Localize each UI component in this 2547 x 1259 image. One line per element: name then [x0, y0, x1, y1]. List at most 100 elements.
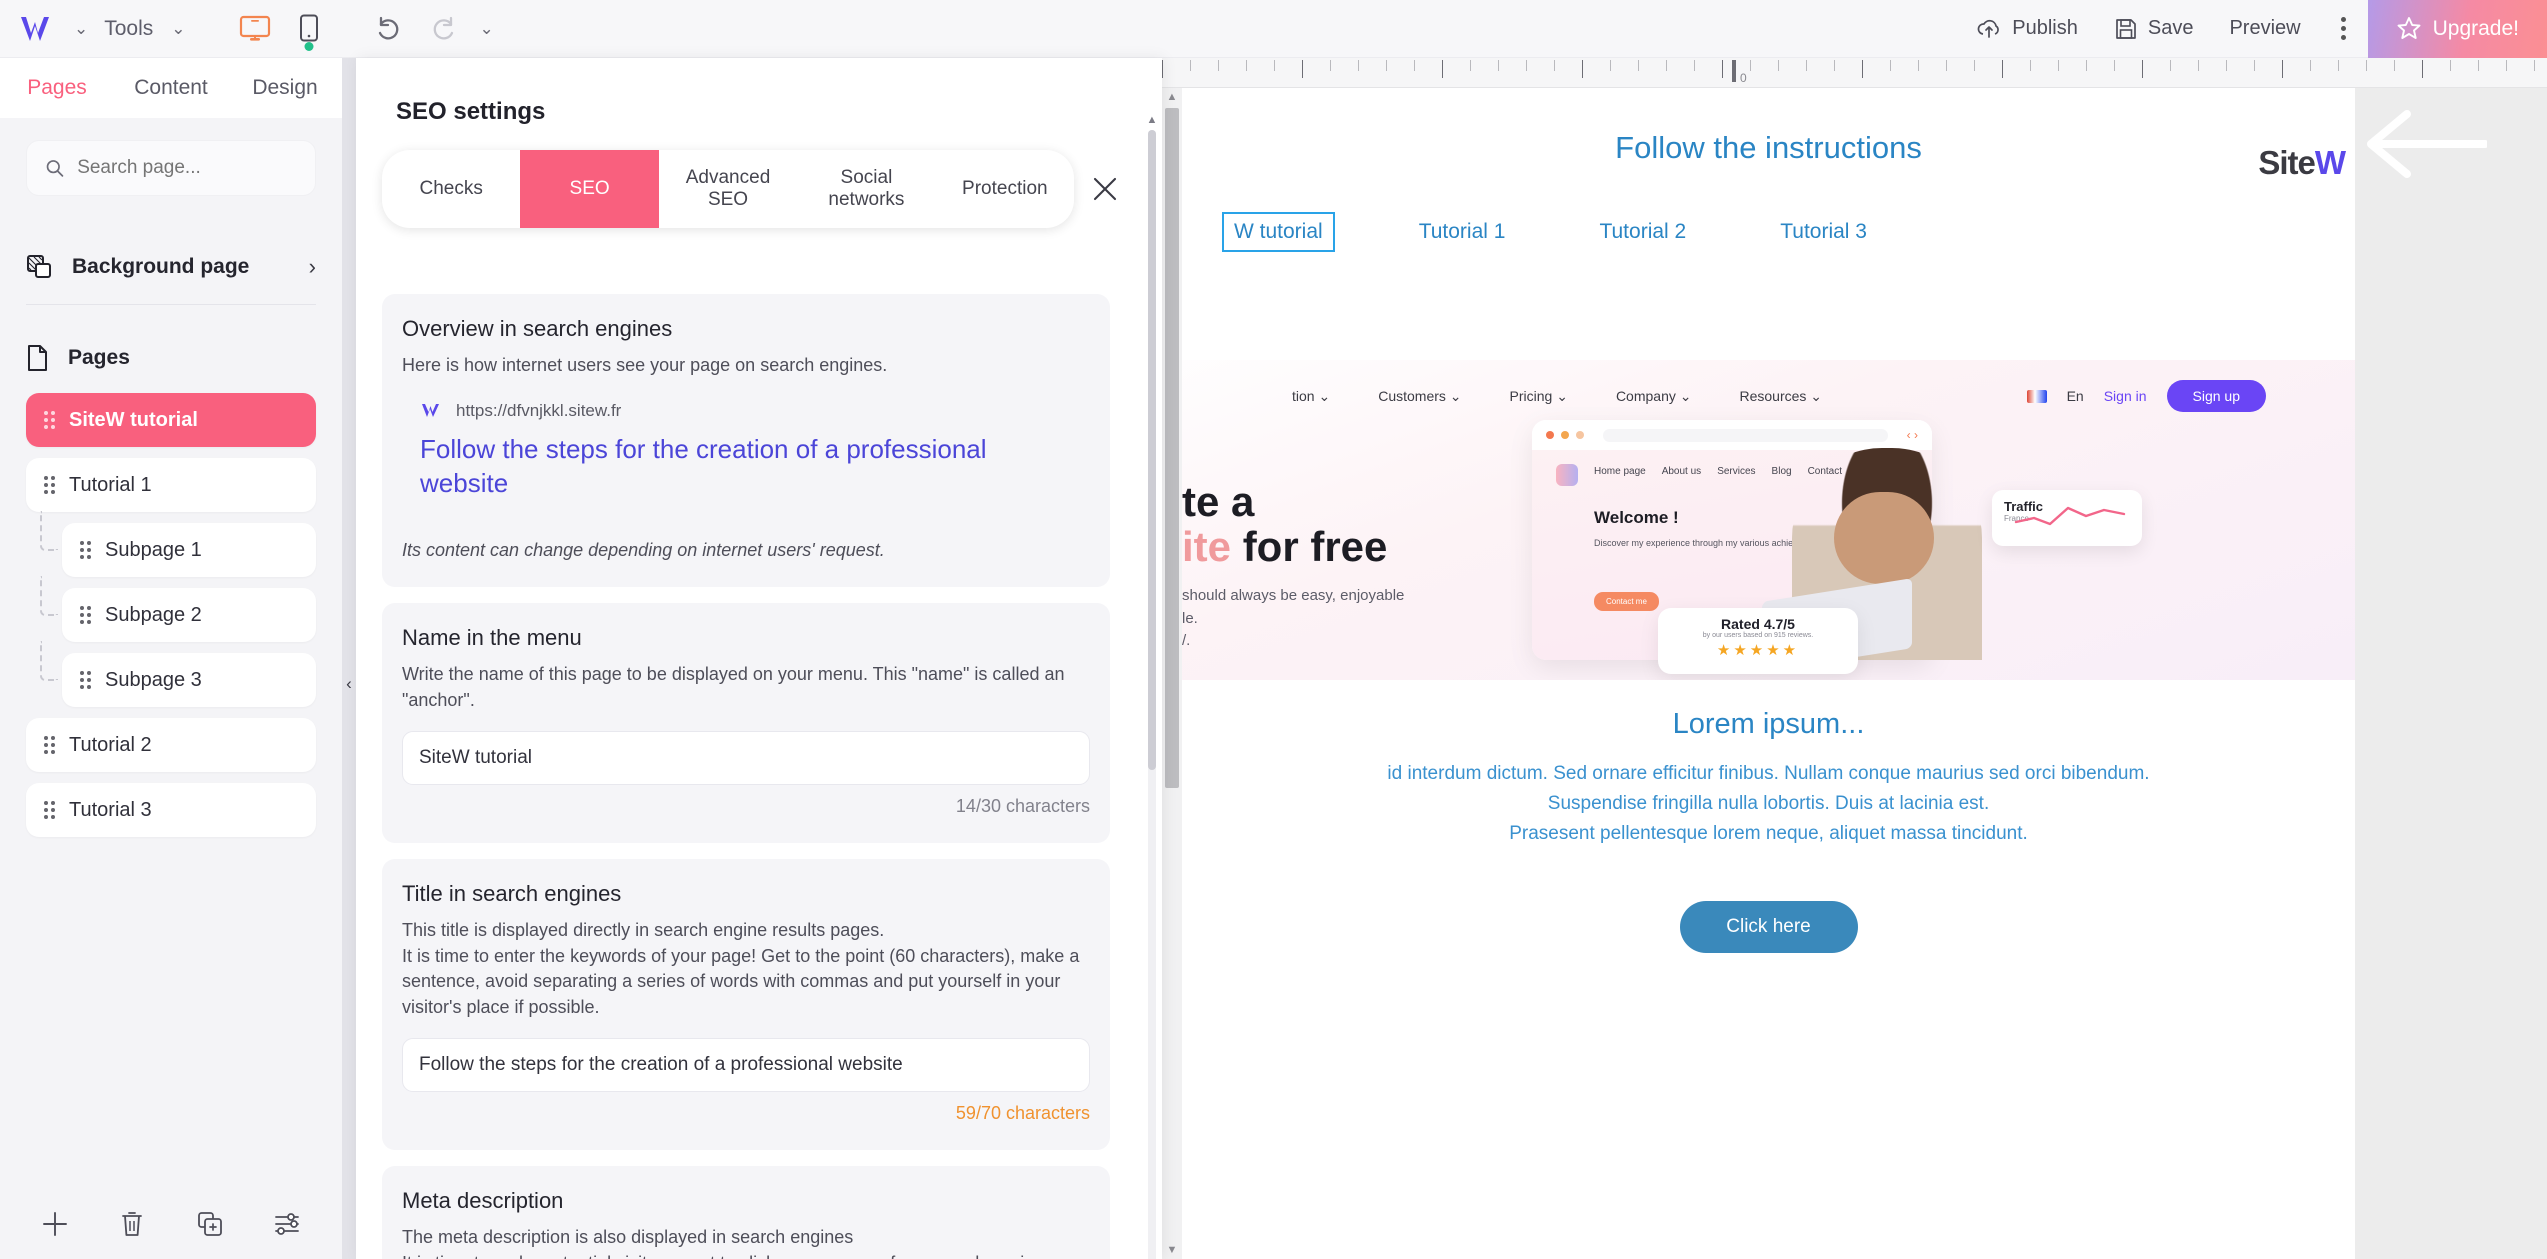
tools-chevron-down-icon[interactable]: ⌄ — [161, 19, 195, 39]
ruler-tick — [1414, 60, 1415, 71]
ruler-tick — [1526, 60, 1527, 71]
site-nav-item[interactable]: Tutorial 3 — [1770, 212, 1877, 252]
duplicate-page-icon[interactable] — [184, 1198, 236, 1250]
serp-url: https://dfvnjkkl.sitew.fr — [456, 400, 622, 420]
tools-menu[interactable]: Tools ⌄ — [98, 17, 201, 41]
screenshot-nav-item: Pricing ⌄ — [1509, 387, 1568, 404]
modal-tab-social-networks[interactable]: Social networks — [797, 150, 935, 228]
cloud-upload-icon — [1977, 19, 2000, 38]
site-nav: W tutorial Tutorial 1 Tutorial 2 Tutorial 3 — [1182, 166, 2355, 252]
search-title-input[interactable] — [419, 1054, 1073, 1077]
publish-button[interactable]: Publish — [1958, 17, 2096, 41]
page-settings-icon[interactable] — [261, 1198, 313, 1250]
ruler-tick — [1162, 60, 1163, 78]
signup-button: Sign up — [2166, 380, 2266, 412]
serp-preview: https://dfvnjkkl.sitew.fr Follow the ste… — [420, 401, 1090, 501]
page-item-label: Subpage 1 — [105, 538, 202, 561]
page-list-item[interactable]: Tutorial 2 — [26, 718, 316, 772]
ruler-origin-label: 0 — [1740, 71, 1747, 85]
desktop-monitor-icon[interactable] — [228, 6, 282, 52]
drag-handle-icon[interactable] — [80, 541, 91, 559]
site-nav-item[interactable]: Tutorial 1 — [1409, 212, 1516, 252]
search-icon — [46, 160, 64, 177]
ruler-origin-marker[interactable] — [1732, 60, 1736, 82]
modal-tab-protection[interactable]: Protection — [936, 150, 1074, 228]
sidebar-tab-design[interactable]: Design — [228, 58, 342, 118]
drag-handle-icon[interactable] — [80, 671, 91, 689]
page-list-item[interactable]: Subpage 2 — [40, 576, 316, 642]
ruler-tick — [2002, 60, 2003, 78]
canvas-scrollbar-thumb[interactable] — [1165, 108, 1179, 788]
search-page-box[interactable] — [26, 140, 316, 196]
redo-arrow-icon[interactable] — [416, 6, 470, 52]
drag-handle-icon[interactable] — [44, 411, 55, 429]
sidebar-tab-content[interactable]: Content — [114, 58, 228, 118]
site-heading[interactable]: Follow the instructions — [1182, 130, 2355, 166]
ruler-tick — [1442, 60, 1443, 78]
undo-arrow-icon[interactable] — [362, 6, 416, 52]
modal-tab-advanced-seo[interactable]: Advanced SEO — [659, 150, 797, 228]
canvas-vertical-scrollbar[interactable]: ▲ ▼ — [1162, 88, 1182, 1259]
modal-scroll-area[interactable]: Overview in search engines Here is how i… — [382, 294, 1110, 1259]
ruler-tick — [2142, 60, 2143, 78]
sidebar-tab-pages[interactable]: Pages — [0, 58, 114, 118]
save-button[interactable]: Save — [2096, 17, 2212, 41]
rated-sub: by our users based on 915 reviews. — [1702, 632, 1814, 639]
sitew-w-logo-icon[interactable] — [16, 12, 64, 46]
ruler-tick — [2366, 60, 2367, 71]
hero-line-1: te a — [1182, 478, 1255, 525]
ruler-tick — [1190, 60, 1191, 71]
serp-title[interactable]: Follow the steps for the creation of a p… — [420, 432, 1060, 501]
sidebar-collapse-handle[interactable]: ‹ — [342, 660, 356, 708]
site-nav-item[interactable]: Tutorial 2 — [1589, 212, 1696, 252]
delete-page-icon[interactable] — [106, 1198, 158, 1250]
ruler-tick — [1974, 60, 1975, 71]
menu-name-field[interactable] — [402, 731, 1090, 786]
search-input[interactable] — [77, 157, 297, 179]
modal-scrollbar-thumb[interactable] — [1148, 130, 1156, 770]
drag-handle-icon[interactable] — [80, 606, 91, 624]
app-root: ⌄ Tools ⌄ ⌄ Publish Save Preview Upgrade… — [0, 0, 2547, 1259]
scroll-up-arrow-icon[interactable]: ▲ — [1162, 88, 1182, 103]
page-list-item[interactable]: Tutorial 1 — [26, 458, 316, 512]
page-item-label: Tutorial 2 — [69, 733, 152, 756]
page-list-item[interactable]: Subpage 3 — [40, 641, 316, 707]
browser-nav-item: Home page — [1594, 466, 1646, 477]
browser-welcome-title: Welcome ! — [1594, 508, 1679, 527]
drag-handle-icon[interactable] — [44, 801, 55, 819]
ruler-tick — [1666, 60, 1667, 71]
top-toolbar: ⌄ Tools ⌄ ⌄ Publish Save Preview Upgrade… — [0, 0, 2547, 58]
lorem-body[interactable]: id interdum dictum. Sed ornare efficitur… — [1182, 759, 2355, 849]
horizontal-ruler[interactable]: 0 — [1162, 58, 2547, 88]
page-list-item[interactable]: SiteW tutorial — [26, 393, 316, 447]
sidebar-item-background-page[interactable]: Background page › — [26, 236, 316, 298]
hero-rest: for free — [1242, 522, 1388, 570]
close-icon[interactable] — [1074, 176, 1136, 202]
drag-handle-icon[interactable] — [44, 736, 55, 754]
drag-handle-icon[interactable] — [44, 476, 55, 494]
toolbar-left-group: ⌄ Tools ⌄ ⌄ — [0, 6, 504, 52]
add-page-icon[interactable] — [29, 1198, 81, 1250]
site-logo[interactable]: SiteW — [2258, 144, 2346, 182]
click-here-button[interactable]: Click here — [1679, 901, 1858, 954]
modal-tab-seo[interactable]: SEO — [520, 150, 659, 228]
page-list-item[interactable]: Subpage 1 — [40, 511, 316, 577]
scroll-down-arrow-icon[interactable]: ▼ — [1162, 1241, 1182, 1256]
history-chevron-down-icon[interactable]: ⌄ — [470, 19, 504, 39]
modal-scrollbar[interactable]: ▲ — [1146, 114, 1158, 1259]
screenshot-nav-item: tion ⌄ — [1292, 387, 1331, 404]
mobile-phone-icon[interactable] — [282, 6, 336, 52]
page-list-item[interactable]: Tutorial 3 — [26, 783, 316, 837]
site-nav-item[interactable]: W tutorial — [1222, 212, 1335, 252]
kebab-menu-icon[interactable] — [2319, 17, 2368, 40]
search-title-field[interactable] — [402, 1038, 1090, 1093]
lorem-heading[interactable]: Lorem ipsum... — [1182, 708, 2355, 741]
menu-name-input[interactable] — [419, 747, 1073, 770]
chevron-right-icon[interactable]: › — [309, 254, 316, 280]
modal-tab-checks[interactable]: Checks — [382, 150, 520, 228]
logo-dropdown-chevron-icon[interactable]: ⌄ — [64, 19, 98, 39]
upgrade-button[interactable]: Upgrade! — [2367, 0, 2547, 58]
preview-button[interactable]: Preview — [2211, 17, 2318, 40]
ruler-tick — [1386, 60, 1387, 71]
scroll-up-arrow-icon[interactable]: ▲ — [1146, 114, 1158, 126]
